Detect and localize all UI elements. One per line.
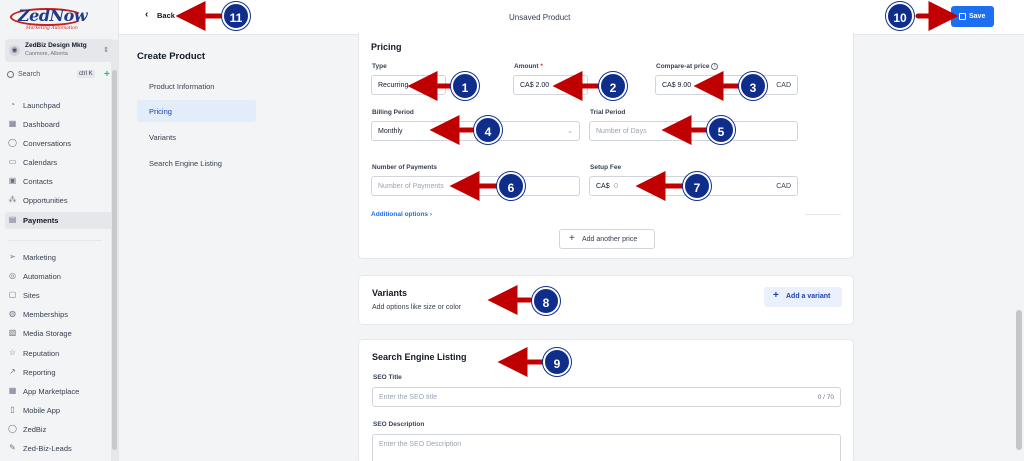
annotation-badge-7: 7	[683, 172, 711, 200]
annotation-badge-2: 2	[599, 72, 627, 100]
annotation-badge-11: 11	[222, 2, 250, 30]
annotation-badge-6: 6	[497, 172, 525, 200]
annotation-badge-9: 9	[543, 348, 571, 376]
annotation-arrows	[175, 1, 959, 377]
annotation-badge-1: 1	[451, 72, 479, 100]
annotation-badge-8: 8	[532, 287, 560, 315]
annotation-badge-4: 4	[474, 116, 502, 144]
annotation-badge-3: 3	[739, 72, 767, 100]
annotation-badge-10: 10	[886, 2, 914, 30]
annotation-badge-5: 5	[707, 116, 735, 144]
